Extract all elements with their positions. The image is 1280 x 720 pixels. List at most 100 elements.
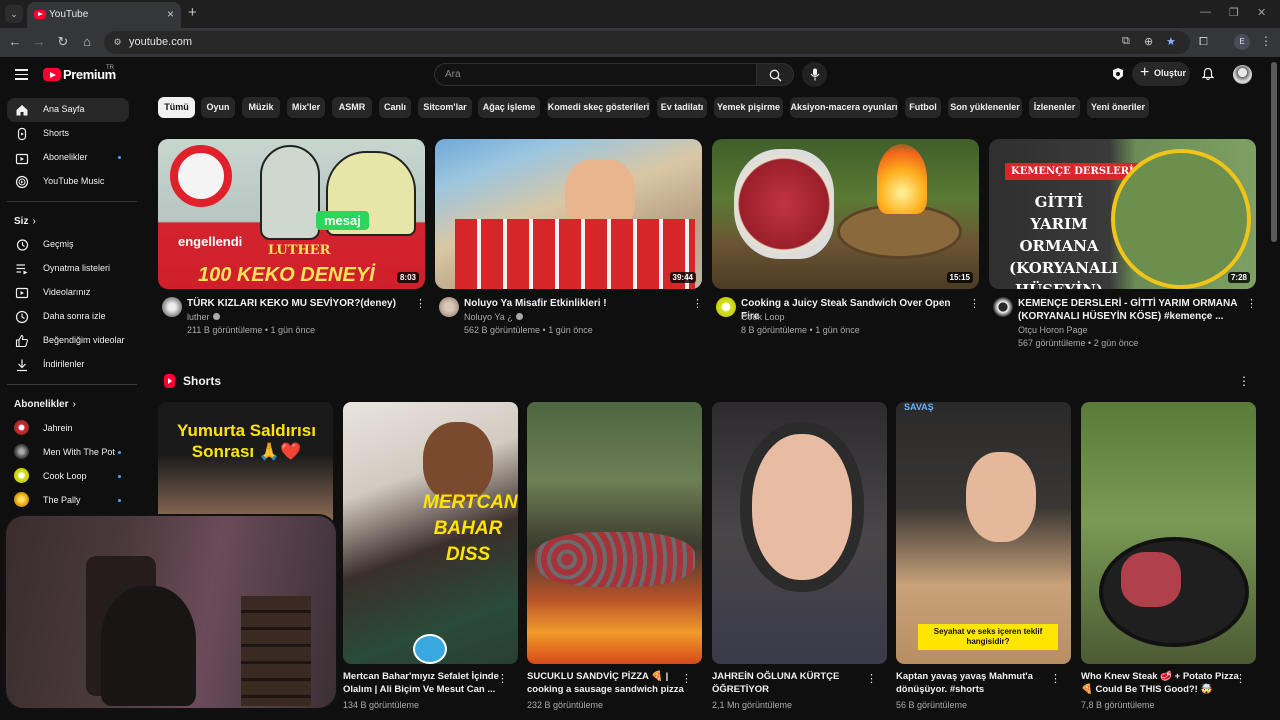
more-actions-icon[interactable]: ⋮ bbox=[497, 672, 508, 685]
voice-search-button[interactable] bbox=[802, 62, 827, 87]
chip-football[interactable]: Futbol bbox=[905, 97, 941, 118]
notifications-bell-icon[interactable] bbox=[1201, 67, 1215, 81]
video-channel[interactable]: Cook Loop bbox=[741, 312, 785, 322]
short-card[interactable]: JAHREİN OĞLUNA KÜRTÇE ÖĞRETİYOR 2,1 Mn g… bbox=[712, 402, 887, 720]
tab-search-button[interactable]: ⌄ bbox=[5, 5, 23, 23]
sidebar-item-watch-later[interactable]: Daha sonra izle bbox=[7, 305, 129, 329]
bookmark-star-icon[interactable]: ★ bbox=[1166, 35, 1176, 48]
subscriptions-heading[interactable]: Abonelikler › bbox=[14, 399, 76, 410]
chrome-menu-icon[interactable]: ⋮ bbox=[1260, 34, 1272, 48]
sidebar-item-youtube-music[interactable]: YouTube Music bbox=[7, 170, 129, 194]
short-thumbnail[interactable] bbox=[1081, 402, 1256, 664]
short-card[interactable]: Who Knew Steak 🥩 + Potato Pizza 🍕 Could … bbox=[1081, 402, 1256, 720]
video-thumbnail[interactable]: KEMENÇE DERSLERİ GİTTİ YARIM ORMANA (KOR… bbox=[989, 139, 1256, 289]
video-channel[interactable]: Noluyo Ya ¿ bbox=[464, 312, 523, 322]
sidebar-item-subscriptions[interactable]: Abonelikler bbox=[7, 146, 129, 170]
reload-icon[interactable]: ↻ bbox=[55, 34, 71, 50]
you-heading[interactable]: Siz › bbox=[14, 216, 36, 227]
video-channel[interactable]: Otçu Horon Page bbox=[1018, 325, 1088, 335]
sidebar-item-home[interactable]: Ana Sayfa bbox=[7, 98, 129, 122]
sidebar-item-history[interactable]: Geçmiş bbox=[7, 233, 129, 257]
chip-music[interactable]: Müzik bbox=[242, 97, 280, 118]
shorts-more-icon[interactable]: ⋮ bbox=[1238, 374, 1250, 388]
minimize-icon[interactable]: — bbox=[1200, 6, 1211, 18]
profile-avatar[interactable]: E bbox=[1234, 34, 1250, 50]
chip-woodworking[interactable]: Ağaç işleme bbox=[478, 97, 540, 118]
account-avatar[interactable] bbox=[1233, 65, 1252, 84]
video-title[interactable]: TÜRK KIZLARI KEKO MU SEVİYOR?(deney) bbox=[187, 297, 412, 310]
more-actions-icon[interactable]: ⋮ bbox=[1050, 672, 1061, 685]
create-button[interactable]: + Oluştur bbox=[1132, 62, 1190, 86]
install-app-icon[interactable]: ⧉ bbox=[1122, 35, 1130, 48]
search-input[interactable]: Ara bbox=[434, 63, 757, 86]
address-bar[interactable]: ⚙ youtube.com ⧉ ⊕ ★ bbox=[104, 31, 1190, 54]
chip-sitcoms[interactable]: Sitcom'lar bbox=[418, 97, 472, 118]
tab-close-icon[interactable]: × bbox=[167, 7, 174, 21]
sidebar-item-downloads[interactable]: İndirilenler bbox=[7, 353, 129, 377]
video-thumbnail[interactable]: 15:15 bbox=[712, 139, 979, 289]
more-actions-icon[interactable]: ⋮ bbox=[415, 297, 426, 310]
chip-new-to-you[interactable]: Yeni öneriler bbox=[1087, 97, 1149, 118]
channel-avatar[interactable] bbox=[716, 297, 736, 317]
short-title[interactable]: Kaptan yavaş yavaş Mahmut'a dönüşüyor. #… bbox=[896, 671, 1054, 696]
chip-comedy-sketches[interactable]: Komedi skeç gösterileri bbox=[547, 97, 650, 118]
channel-avatar[interactable] bbox=[993, 297, 1013, 317]
short-title[interactable]: JAHREİN OĞLUNA KÜRTÇE ÖĞRETİYOR bbox=[712, 671, 870, 696]
chip-live[interactable]: Canlı bbox=[379, 97, 411, 118]
youtube-logo-icon[interactable] bbox=[43, 68, 61, 81]
video-channel[interactable]: luther bbox=[187, 312, 220, 322]
short-thumbnail[interactable]: SAVAŞ Seyahat ve seks içeren teklif hang… bbox=[896, 402, 1071, 664]
back-icon[interactable]: ← bbox=[7, 34, 23, 50]
home-browser-icon[interactable]: ⌂ bbox=[79, 34, 95, 50]
more-actions-icon[interactable]: ⋮ bbox=[1246, 297, 1257, 310]
chip-asmr[interactable]: ASMR bbox=[332, 97, 372, 118]
chip-gaming[interactable]: Oyun bbox=[201, 97, 235, 118]
video-card[interactable]: mesaj engellendi LUTHER 100 KEKO DENEYİ … bbox=[158, 139, 426, 354]
chip-watched[interactable]: İzlenenler bbox=[1029, 97, 1080, 118]
hamburger-menu-icon[interactable] bbox=[15, 69, 28, 80]
short-card[interactable]: SAVAŞ Seyahat ve seks içeren teklif hang… bbox=[896, 402, 1071, 720]
sidebar-item-shorts[interactable]: Shorts bbox=[7, 122, 129, 146]
extensions-icon[interactable]: ⧠ bbox=[1199, 36, 1208, 49]
new-tab-button[interactable]: + bbox=[188, 5, 197, 20]
video-thumbnail[interactable]: mesaj engellendi LUTHER 100 KEKO DENEYİ … bbox=[158, 139, 425, 289]
chip-action-adventure[interactable]: Aksiyon-macera oyunları bbox=[790, 97, 898, 118]
page-scrollbar[interactable] bbox=[1271, 62, 1277, 242]
more-actions-icon[interactable]: ⋮ bbox=[692, 297, 703, 310]
forward-icon[interactable]: → bbox=[31, 34, 47, 50]
short-thumbnail[interactable] bbox=[527, 402, 702, 664]
short-thumbnail[interactable] bbox=[712, 402, 887, 664]
subscription-jahrein[interactable]: Jahrein bbox=[7, 417, 129, 441]
search-button[interactable] bbox=[757, 63, 794, 86]
sidebar-item-your-videos[interactable]: Videolarınız bbox=[7, 281, 129, 305]
cast-icon[interactable] bbox=[1111, 67, 1125, 81]
video-title[interactable]: Noluyo Ya Misafir Etkinlikleri ! bbox=[464, 297, 689, 310]
subscription-men-with-the-pot[interactable]: Men With The Pot bbox=[7, 441, 129, 465]
video-thumbnail[interactable]: 39:44 bbox=[435, 139, 702, 289]
channel-avatar[interactable] bbox=[439, 297, 459, 317]
video-title[interactable]: KEMENÇE DERSLERİ - GİTTİ YARIM ORMANA (K… bbox=[1018, 297, 1243, 323]
chip-mixes[interactable]: Mix'ler bbox=[287, 97, 325, 118]
window-close-icon[interactable]: ✕ bbox=[1257, 6, 1266, 19]
video-card[interactable]: 15:15 Cooking a Juicy Steak Sandwich Ove… bbox=[712, 139, 980, 354]
zoom-icon[interactable]: ⊕ bbox=[1144, 35, 1153, 48]
sidebar-item-liked-videos[interactable]: Beğendiğim videolar bbox=[7, 329, 129, 353]
more-actions-icon[interactable]: ⋮ bbox=[681, 672, 692, 685]
subscription-cook-loop[interactable]: Cook Loop bbox=[7, 465, 129, 489]
short-title[interactable]: Who Knew Steak 🥩 + Potato Pizza 🍕 Could … bbox=[1081, 671, 1239, 696]
chip-home-improvement[interactable]: Ev tadilatı bbox=[657, 97, 707, 118]
short-title[interactable]: Mertcan Bahar'mıyız Sefalet İçinde Olalı… bbox=[343, 671, 501, 696]
channel-avatar[interactable] bbox=[162, 297, 182, 317]
video-card[interactable]: KEMENÇE DERSLERİ GİTTİ YARIM ORMANA (KOR… bbox=[989, 139, 1257, 354]
url-text[interactable]: youtube.com bbox=[129, 36, 192, 48]
short-card[interactable]: SUCUKLU SANDVİÇ PİZZA 🍕 | cooking a saus… bbox=[527, 402, 702, 720]
chip-cooking[interactable]: Yemek pişirme bbox=[714, 97, 783, 118]
more-actions-icon[interactable]: ⋮ bbox=[969, 297, 980, 310]
restore-icon[interactable]: ❐ bbox=[1229, 6, 1239, 19]
chip-all[interactable]: Tümü bbox=[158, 97, 195, 118]
short-title[interactable]: SUCUKLU SANDVİÇ PİZZA 🍕 | cooking a saus… bbox=[527, 671, 685, 696]
short-thumbnail[interactable]: MERTCAN BAHAR DISS bbox=[343, 402, 518, 664]
subscription-the-pally[interactable]: The Pally bbox=[7, 489, 129, 513]
more-actions-icon[interactable]: ⋮ bbox=[866, 672, 877, 685]
short-card[interactable]: MERTCAN BAHAR DISS Mertcan Bahar'mıyız S… bbox=[343, 402, 518, 720]
